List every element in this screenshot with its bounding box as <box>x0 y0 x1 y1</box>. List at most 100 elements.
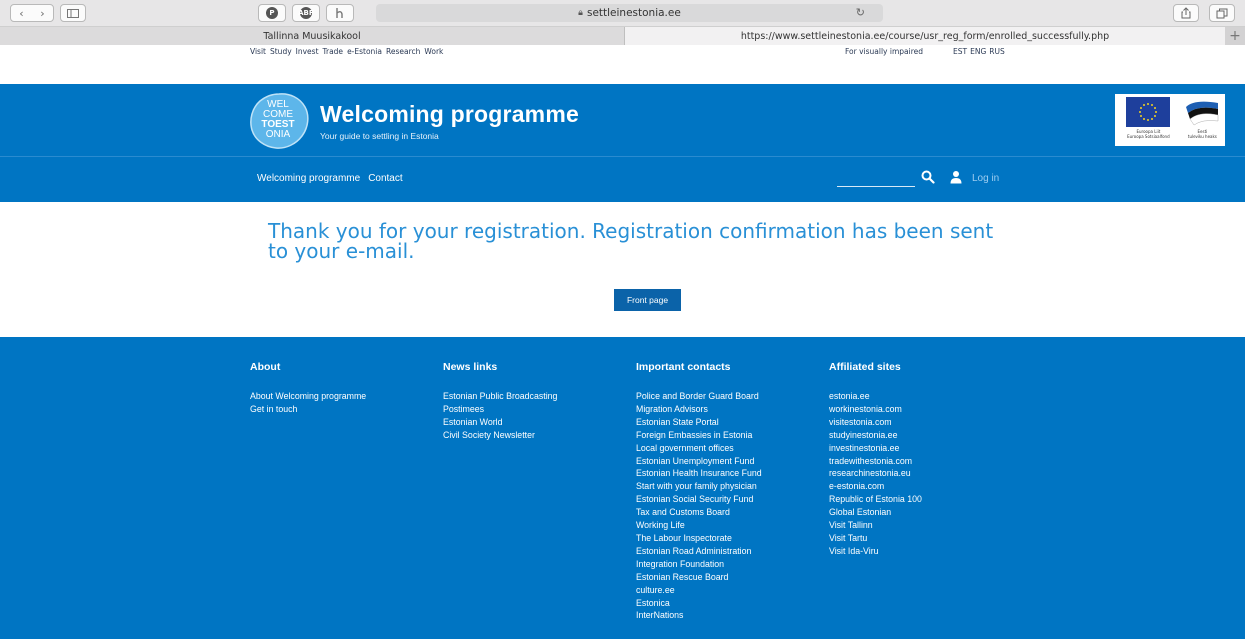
ee-caption: Eesti tuleviku heaks <box>1188 129 1217 139</box>
top-link-study[interactable]: Study <box>270 47 292 56</box>
top-link-trade[interactable]: Trade <box>323 47 344 56</box>
forward-icon[interactable]: › <box>40 7 44 20</box>
top-link-research[interactable]: Research <box>386 47 420 56</box>
footer-column-about: About About Welcoming programme Get in to… <box>250 361 366 416</box>
footer-link[interactable]: Estonian State Portal <box>636 416 762 429</box>
tabs-overview-icon <box>1216 8 1228 18</box>
footer-link[interactable]: About Welcoming programme <box>250 390 366 403</box>
address-bar[interactable]: 🔒︎ settleinestonia.ee ↻ <box>376 4 883 22</box>
browser-nav-buttons: ‹ › <box>10 4 86 22</box>
footer-link[interactable]: visitestonia.com <box>829 416 922 429</box>
footer-column-affiliated-sites: Affiliated sites estonia.ee workinestonia… <box>829 361 922 558</box>
sidebar-icon <box>67 8 79 18</box>
eu-social-fund-logo: Euroopa Liit Euroopa Sotsiaalfond <box>1118 97 1179 143</box>
back-icon[interactable]: ‹ <box>19 7 23 20</box>
footer-link[interactable]: studyinestonia.ee <box>829 429 922 442</box>
language-switcher: EST ENG RUS <box>953 47 1005 56</box>
estonian-flag-swoosh-icon <box>1186 101 1219 126</box>
user-icon[interactable] <box>950 170 962 184</box>
browser-tab-strip: Tallinna Muusikakool https://www.settlei… <box>0 26 1245 45</box>
browser-tab-active[interactable]: https://www.settleinestonia.ee/course/us… <box>625 27 1225 45</box>
pinterest-extension-button[interactable]: P <box>258 4 286 22</box>
welcome-to-estonia-logo[interactable]: WEL COME TOEST ONIA <box>248 92 310 150</box>
footer-link[interactable]: Republic of Estonia 100 <box>829 493 922 506</box>
site-title[interactable]: Welcoming programme <box>320 101 579 128</box>
footer-link[interactable]: Estonian Unemployment Fund <box>636 455 762 468</box>
footer-link[interactable]: Estonian Road Administration <box>636 545 762 558</box>
share-icon <box>1181 7 1191 19</box>
footer-link[interactable]: Start with your family physician <box>636 480 762 493</box>
footer-link[interactable]: Police and Border Guard Board <box>636 390 762 403</box>
footer-link[interactable]: Estonian Public Broadcasting <box>443 390 557 403</box>
top-link-e-estonia[interactable]: e-Estonia <box>347 47 382 56</box>
visually-impaired-link[interactable]: For visually impaired <box>845 47 923 56</box>
search-icon[interactable] <box>921 170 935 184</box>
site-footer: About About Welcoming programme Get in to… <box>0 337 1245 639</box>
search-input[interactable] <box>837 170 915 187</box>
footer-link[interactable]: estonia.ee <box>829 390 922 403</box>
footer-link[interactable]: workinestonia.com <box>829 403 922 416</box>
top-link-invest[interactable]: Invest <box>296 47 319 56</box>
nav-welcoming-programme[interactable]: Welcoming programme <box>257 173 360 184</box>
extension-buttons: P ABP <box>258 4 354 22</box>
lang-rus[interactable]: RUS <box>989 47 1004 56</box>
honey-icon <box>336 8 343 18</box>
footer-link[interactable]: investinestonia.ee <box>829 442 922 455</box>
top-link-visit[interactable]: Visit <box>250 47 266 56</box>
footer-link[interactable]: Tax and Customs Board <box>636 506 762 519</box>
new-tab-button[interactable]: + <box>1225 27 1245 45</box>
pinterest-icon: P <box>266 7 278 19</box>
back-forward-buttons[interactable]: ‹ › <box>10 4 54 22</box>
footer-link[interactable]: Integration Foundation <box>636 558 762 571</box>
footer-link[interactable]: Estonian Health Insurance Fund <box>636 467 762 480</box>
logo-line: ONIA <box>266 129 291 140</box>
eu-flag-icon <box>1126 97 1171 127</box>
footer-link[interactable]: Local government offices <box>636 442 762 455</box>
footer-link[interactable]: Estonian World <box>443 416 557 429</box>
lang-eng[interactable]: ENG <box>970 47 986 56</box>
site-subtitle: Your guide to settling in Estonia <box>320 131 439 141</box>
browser-chrome: ‹ › P ABP 🔒︎ settleinestonia.ee ↻ Tallin… <box>0 0 1245 45</box>
sidebar-toggle-button[interactable] <box>60 4 86 22</box>
honey-extension-button[interactable] <box>326 4 354 22</box>
footer-link[interactable]: The Labour Inspectorate <box>636 532 762 545</box>
footer-link[interactable]: Estonica <box>636 597 762 610</box>
footer-link[interactable]: Working Life <box>636 519 762 532</box>
footer-link[interactable]: researchinestonia.eu <box>829 467 922 480</box>
footer-link[interactable]: tradewithestonia.com <box>829 455 922 468</box>
site-header: WEL COME TOEST ONIA Welcoming programme … <box>0 84 1245 202</box>
tabs-overview-button[interactable] <box>1209 4 1235 22</box>
footer-link[interactable]: e-estonia.com <box>829 480 922 493</box>
footer-link[interactable]: InterNations <box>636 609 762 622</box>
footer-link[interactable]: Estonian Rescue Board <box>636 571 762 584</box>
footer-link-list: Police and Border Guard Board Migration A… <box>636 390 762 622</box>
lang-est[interactable]: EST <box>953 47 967 56</box>
eu-caption: Euroopa Liit Euroopa Sotsiaalfond <box>1127 129 1169 139</box>
footer-link[interactable]: Estonian Social Security Fund <box>636 493 762 506</box>
browser-tab[interactable]: Tallinna Muusikakool <box>0 27 625 45</box>
browser-toolbar: ‹ › P ABP 🔒︎ settleinestonia.ee ↻ <box>0 0 1245 26</box>
top-links-left: Visit Study Invest Trade e-Estonia Resea… <box>250 47 443 56</box>
footer-column-important-contacts: Important contacts Police and Border Gua… <box>636 361 762 622</box>
footer-link[interactable]: Foreign Embassies in Estonia <box>636 429 762 442</box>
footer-link[interactable]: Visit Tallinn <box>829 519 922 532</box>
footer-column-title: About <box>250 361 281 373</box>
footer-column-title: Important contacts <box>636 361 731 373</box>
footer-link[interactable]: Migration Advisors <box>636 403 762 416</box>
nav-contact[interactable]: Contact <box>368 173 402 184</box>
top-links-right: For visually impaired EST ENG RUS <box>845 47 1005 56</box>
adblock-extension-button[interactable]: ABP <box>292 4 320 22</box>
footer-link[interactable]: Get in touch <box>250 403 366 416</box>
reload-icon[interactable]: ↻ <box>856 6 865 19</box>
footer-link[interactable]: Visit Tartu <box>829 532 922 545</box>
share-button[interactable] <box>1173 4 1199 22</box>
footer-link[interactable]: Global Estonian <box>829 506 922 519</box>
login-link[interactable]: Log in <box>972 173 999 184</box>
footer-link[interactable]: Postimees <box>443 403 557 416</box>
registration-confirmation-message: Thank you for your registration. Registr… <box>268 219 994 263</box>
footer-link[interactable]: Visit Ida-Viru <box>829 545 922 558</box>
front-page-button[interactable]: Front page <box>614 289 681 311</box>
top-link-work[interactable]: Work <box>424 47 443 56</box>
footer-link[interactable]: culture.ee <box>636 584 762 597</box>
footer-link[interactable]: Civil Society Newsletter <box>443 429 557 442</box>
